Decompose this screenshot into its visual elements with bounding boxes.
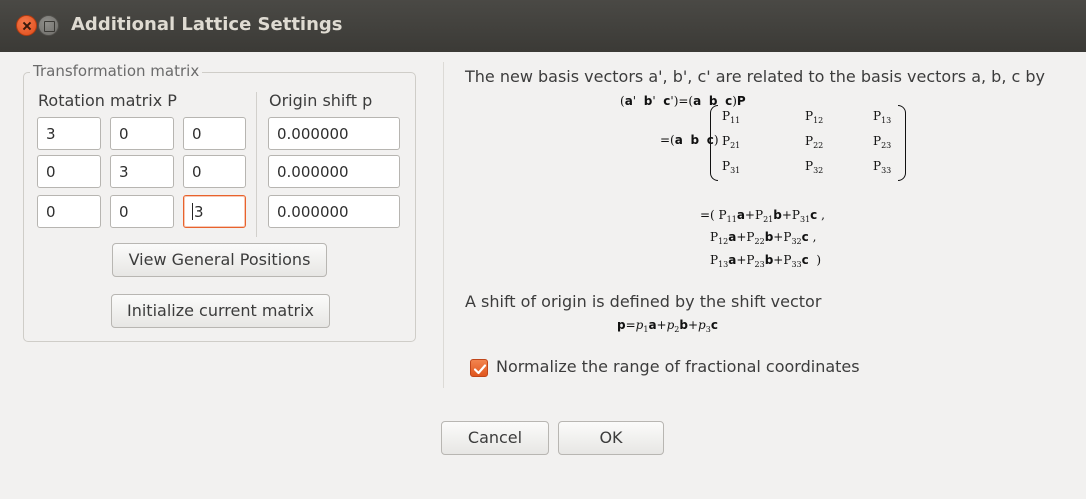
cancel-button[interactable]: Cancel bbox=[441, 421, 549, 455]
panel-divider bbox=[443, 62, 444, 388]
origin-shift-p1-input[interactable]: 0.000000 bbox=[268, 117, 400, 150]
rotation-p21-input[interactable]: 0 bbox=[37, 155, 101, 188]
view-general-positions-button[interactable]: View General Positions bbox=[112, 243, 327, 277]
title-bar: Additional Lattice Settings bbox=[0, 0, 1086, 52]
checkmark-icon bbox=[473, 364, 487, 375]
rotation-p22-input[interactable]: 3 bbox=[110, 155, 174, 188]
normalize-checkbox[interactable] bbox=[470, 359, 488, 377]
rotation-p32-input[interactable]: 0 bbox=[110, 195, 174, 228]
initialize-current-matrix-button[interactable]: Initialize current matrix bbox=[111, 294, 330, 328]
close-window-icon[interactable] bbox=[16, 15, 37, 36]
rotation-p13-input[interactable]: 0 bbox=[183, 117, 246, 150]
origin-shift-label: Origin shift p bbox=[269, 91, 373, 110]
origin-shift-p3-input[interactable]: 0.000000 bbox=[268, 195, 400, 228]
rotation-p31-input[interactable]: 0 bbox=[37, 195, 101, 228]
rotation-p11-input[interactable]: 3 bbox=[37, 117, 101, 150]
minimize-window-icon[interactable] bbox=[38, 15, 59, 36]
rotation-p23-input[interactable]: 0 bbox=[183, 155, 246, 188]
origin-shift-p2-input[interactable]: 0.000000 bbox=[268, 155, 400, 188]
ok-button[interactable]: OK bbox=[558, 421, 664, 455]
matrix-divider bbox=[256, 92, 257, 237]
basis-relation-text: The new basis vectors a', b', c' are rel… bbox=[465, 67, 1045, 86]
text-caret bbox=[192, 203, 193, 220]
transformation-matrix-label: Transformation matrix bbox=[30, 62, 203, 80]
origin-shift-text: A shift of origin is defined by the shif… bbox=[465, 292, 822, 311]
shift-vector-formula: p=p1a+p2b+p3c bbox=[617, 318, 718, 334]
rotation-p12-input[interactable]: 0 bbox=[110, 117, 174, 150]
rotation-p33-value: 3 bbox=[194, 203, 204, 221]
window-title: Additional Lattice Settings bbox=[71, 14, 343, 35]
normalize-label: Normalize the range of fractional coordi… bbox=[496, 357, 860, 376]
rotation-matrix-label: Rotation matrix P bbox=[38, 91, 177, 110]
rotation-p33-input[interactable]: 3 bbox=[183, 195, 246, 228]
